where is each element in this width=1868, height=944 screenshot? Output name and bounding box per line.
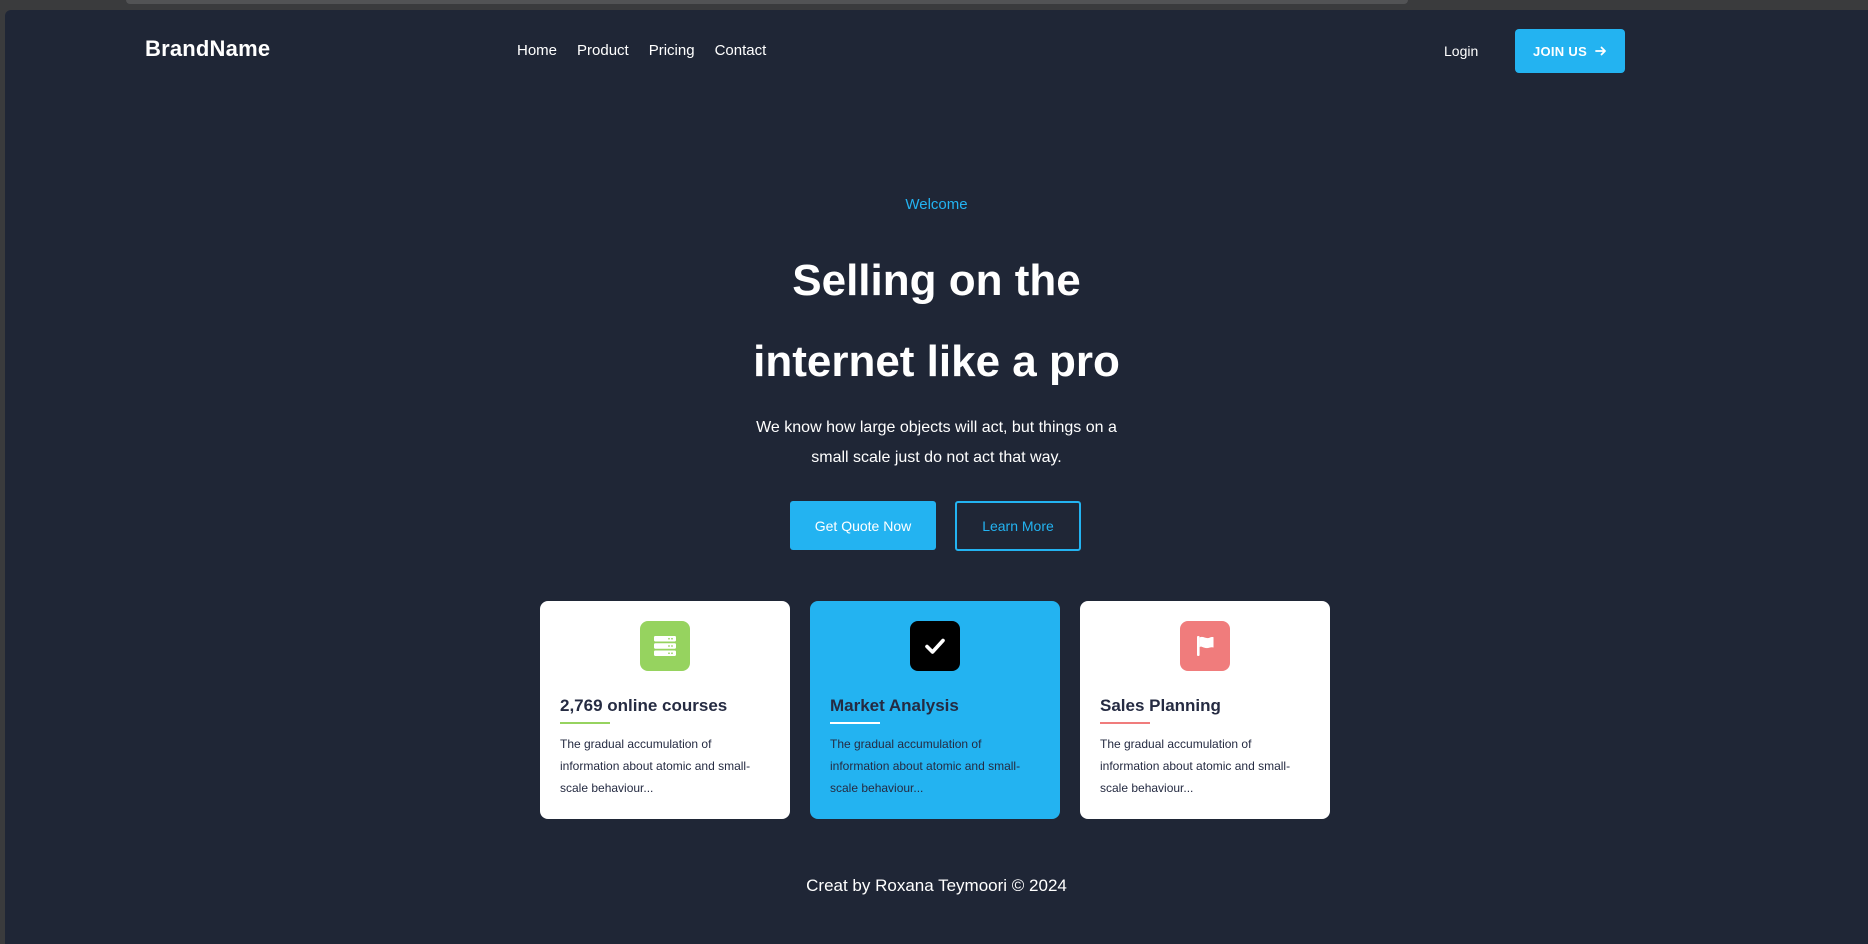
brand-logo[interactable]: BrandName — [145, 36, 270, 62]
server-stack-icon — [640, 621, 690, 671]
hero-subtext: We know how large objects will act, but … — [5, 413, 1868, 473]
login-link[interactable]: Login — [1444, 43, 1478, 59]
hero-headline-line-2: internet like a pro — [753, 337, 1120, 386]
browser-tab-strip — [126, 0, 1408, 4]
card-description: The gradual accumulation of information … — [560, 737, 751, 795]
learn-more-button[interactable]: Learn More — [955, 501, 1081, 551]
checkmark-icon — [910, 621, 960, 671]
flag-icon — [1180, 621, 1230, 671]
hero-headline-line-1: Selling on the — [792, 256, 1081, 305]
nav-pricing[interactable]: Pricing — [649, 42, 695, 59]
card-accent-line — [830, 722, 880, 724]
hero-subtext-line-2: small scale just do not act that way. — [811, 449, 1062, 466]
arrow-right-icon — [1595, 46, 1606, 56]
card-title: Sales Planning — [1100, 696, 1221, 715]
join-us-label: JOIN US — [1532, 43, 1588, 59]
hero-subtext-line-1: We know how large objects will act, but … — [756, 419, 1117, 436]
card-description: The gradual accumulation of information … — [830, 737, 1021, 795]
feature-card-courses: 2,769 online courses The gradual accumul… — [540, 601, 790, 819]
get-quote-button[interactable]: Get Quote Now — [790, 501, 936, 550]
card-accent-line — [560, 722, 610, 724]
nav-product[interactable]: Product — [577, 42, 629, 59]
feature-card-market-analysis: Market Analysis The gradual accumulation… — [810, 601, 1060, 819]
main-nav: Home Product Pricing Contact — [517, 42, 766, 59]
nav-home[interactable]: Home — [517, 42, 557, 59]
card-title: Market Analysis — [830, 696, 959, 715]
footer-credit: Creat by Roxana Teymoori © 2024 — [806, 876, 1067, 895]
nav-contact[interactable]: Contact — [715, 42, 767, 59]
hero-eyebrow: Welcome — [905, 196, 968, 213]
hero-headline: Selling on the internet like a pro — [5, 240, 1868, 402]
card-description: The gradual accumulation of information … — [1100, 737, 1291, 795]
join-us-button[interactable]: JOIN US — [1515, 29, 1625, 73]
card-title: 2,769 online courses — [560, 696, 728, 715]
card-accent-line — [1100, 722, 1150, 724]
landing-page: BrandName Home Product Pricing Contact L… — [5, 10, 1868, 944]
feature-card-sales-planning: Sales Planning The gradual accumulation … — [1080, 601, 1330, 819]
